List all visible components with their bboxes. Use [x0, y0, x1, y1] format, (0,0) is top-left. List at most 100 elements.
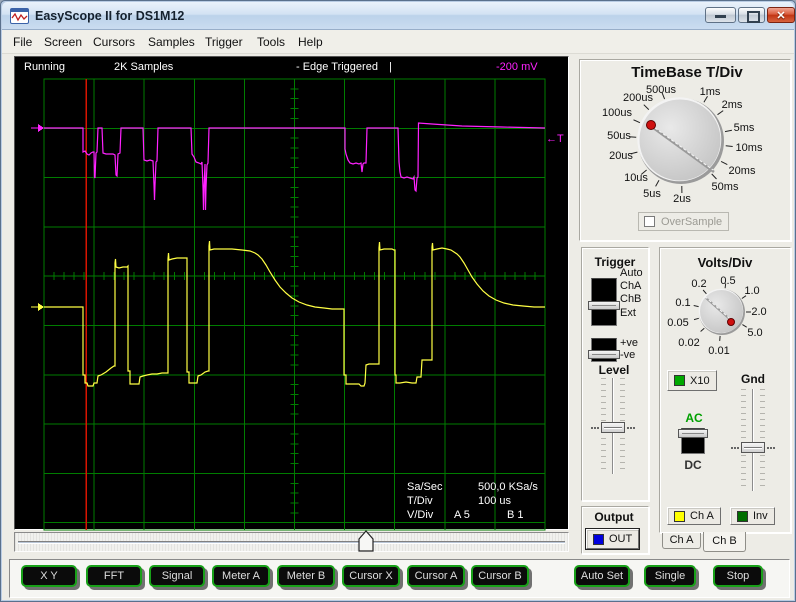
menu-help[interactable]: Help	[298, 35, 323, 49]
horizontal-slider-thumb[interactable]	[357, 530, 375, 553]
inv-label: Inv	[753, 510, 768, 522]
thumb-dash	[591, 427, 599, 429]
slider-ticks	[741, 389, 746, 491]
gnd-label: Gnd	[741, 372, 765, 386]
oversample-label: OverSample	[661, 216, 723, 228]
tdiv-value: 100 us	[478, 495, 512, 507]
timebase-label-10ms: 10ms	[735, 142, 763, 154]
menu-screen[interactable]: Screen	[44, 35, 82, 49]
voltsdiv-indicator-dot	[727, 318, 735, 326]
trigger-source-auto[interactable]: Auto	[620, 267, 643, 279]
x10-label: X10	[690, 374, 710, 387]
timebase-label-20ms: 20ms	[728, 165, 756, 177]
trigger-source-ext[interactable]: Ext	[620, 307, 636, 319]
out-button[interactable]: OUT	[584, 528, 641, 550]
menu-tools[interactable]: Tools	[257, 35, 285, 49]
menu-trigger[interactable]: Trigger	[205, 35, 243, 49]
tab-cha[interactable]: Ch A	[662, 533, 701, 549]
horizontal-position-slider[interactable]	[14, 532, 569, 552]
timebase-label-20us: 20us	[609, 150, 633, 162]
samplerate-label: Sa/Sec	[407, 481, 443, 493]
voltsdiv-label-001: 0.01	[708, 345, 730, 357]
ac-label: AC	[685, 411, 703, 425]
oversample-checkbox[interactable]	[644, 216, 655, 227]
voltsdiv-label-01: 0.1	[675, 297, 691, 309]
voltsdiv-label-002: 0.02	[678, 337, 700, 349]
voltsdiv-label-50: 5.0	[747, 327, 763, 339]
timebase-label-5ms: 5ms	[733, 122, 755, 134]
voltsdiv-knob[interactable]	[659, 247, 791, 377]
out-label: OUT	[609, 533, 633, 545]
close-icon[interactable]	[767, 7, 795, 23]
menu-file[interactable]: File	[13, 35, 32, 49]
meter-b-button[interactable]: Meter B	[277, 565, 335, 587]
inv-button[interactable]: Inv	[730, 507, 775, 525]
timebase-label-2ms: 2ms	[721, 99, 743, 111]
dc-label: DC	[684, 458, 702, 472]
status-separator: |	[389, 61, 392, 73]
menu-samples[interactable]: Samples	[148, 35, 195, 49]
vdiv-b-value: B 1	[507, 509, 524, 521]
slider-rail	[752, 389, 754, 491]
trigger-source-cha[interactable]: ChA	[620, 280, 641, 292]
voltsdiv-label-005: 0.05	[667, 317, 689, 329]
timebase-label-200us: 200us	[623, 92, 653, 104]
tdiv-label: T/Div	[407, 495, 433, 507]
trigger-level-thumb[interactable]	[601, 422, 625, 433]
fft-button[interactable]: FFT	[86, 565, 142, 587]
waveform-plot[interactable]	[15, 57, 570, 531]
timebase-label-100us: 100us	[602, 107, 632, 119]
inv-indicator	[737, 510, 748, 522]
menu-cursors[interactable]: Cursors	[93, 35, 135, 49]
x10-indicator	[674, 375, 685, 386]
cha-indicator	[674, 510, 685, 522]
minimize-icon[interactable]	[705, 7, 736, 23]
gnd-slider[interactable]	[741, 389, 765, 491]
trigger-mode: - Edge Triggered	[296, 61, 378, 73]
timebase-label-1ms: 1ms	[699, 86, 721, 98]
gnd-thumb[interactable]	[741, 442, 765, 453]
trigger-marker[interactable]: ←T	[546, 133, 564, 145]
run-state: Running	[24, 61, 65, 73]
trigger-slope-pos[interactable]: +ve	[620, 337, 638, 349]
cha-label: Ch A	[690, 510, 714, 522]
timebase-label-50us: 50us	[607, 130, 631, 142]
app-window: EasyScope II for DS1M12 File Screen Curs…	[0, 0, 796, 602]
cursor-b-button[interactable]: Cursor B	[471, 565, 529, 587]
stop-button[interactable]: Stop	[713, 565, 763, 587]
slider-groove	[18, 541, 565, 544]
ac-dc-handle[interactable]	[678, 429, 708, 438]
signal-button[interactable]: Signal	[149, 565, 205, 587]
maximize-icon[interactable]	[738, 7, 765, 23]
thumb-dash	[767, 447, 775, 449]
xy-button[interactable]: X Y	[21, 565, 77, 587]
trigger-source-handle[interactable]	[588, 301, 620, 310]
voltsdiv-label-02: 0.2	[691, 278, 707, 290]
voltsdiv-label-05: 0.5	[720, 275, 736, 287]
trigger-slope-neg[interactable]: -ve	[620, 349, 635, 361]
x10-button[interactable]: X10	[667, 370, 717, 391]
out-indicator	[593, 533, 604, 545]
window-title: EasyScope II for DS1M12	[35, 9, 185, 23]
vdiv-a-value: A 5	[454, 509, 470, 521]
oversample-checkbox-group: OverSample	[638, 212, 729, 231]
cursor-a-button[interactable]: Cursor A	[407, 565, 465, 587]
app-icon	[10, 8, 29, 24]
tab-chb[interactable]: Ch B	[703, 532, 746, 552]
thumb-dash	[627, 427, 635, 429]
timebase-indicator-dot	[646, 120, 656, 130]
meter-a-button[interactable]: Meter A	[212, 565, 270, 587]
thumb-dash	[731, 447, 739, 449]
title-bar[interactable]: EasyScope II for DS1M12	[2, 2, 795, 30]
cha-button[interactable]: Ch A	[667, 507, 721, 525]
cursor-x-button[interactable]: Cursor X	[342, 565, 400, 587]
trigger-slope-handle[interactable]	[588, 350, 620, 359]
auto-set-button[interactable]: Auto Set	[574, 565, 630, 587]
sample-count: 2K Samples	[114, 61, 174, 73]
scope-display[interactable]: Running 2K Samples - Edge Triggered | -2…	[14, 56, 570, 531]
timebase-label-5us: 5us	[643, 188, 661, 200]
single-button[interactable]: Single	[644, 565, 696, 587]
slider-ticks	[760, 389, 765, 491]
trigger-source-chb[interactable]: ChB	[620, 293, 641, 305]
voltsdiv-label-10: 1.0	[744, 285, 760, 297]
